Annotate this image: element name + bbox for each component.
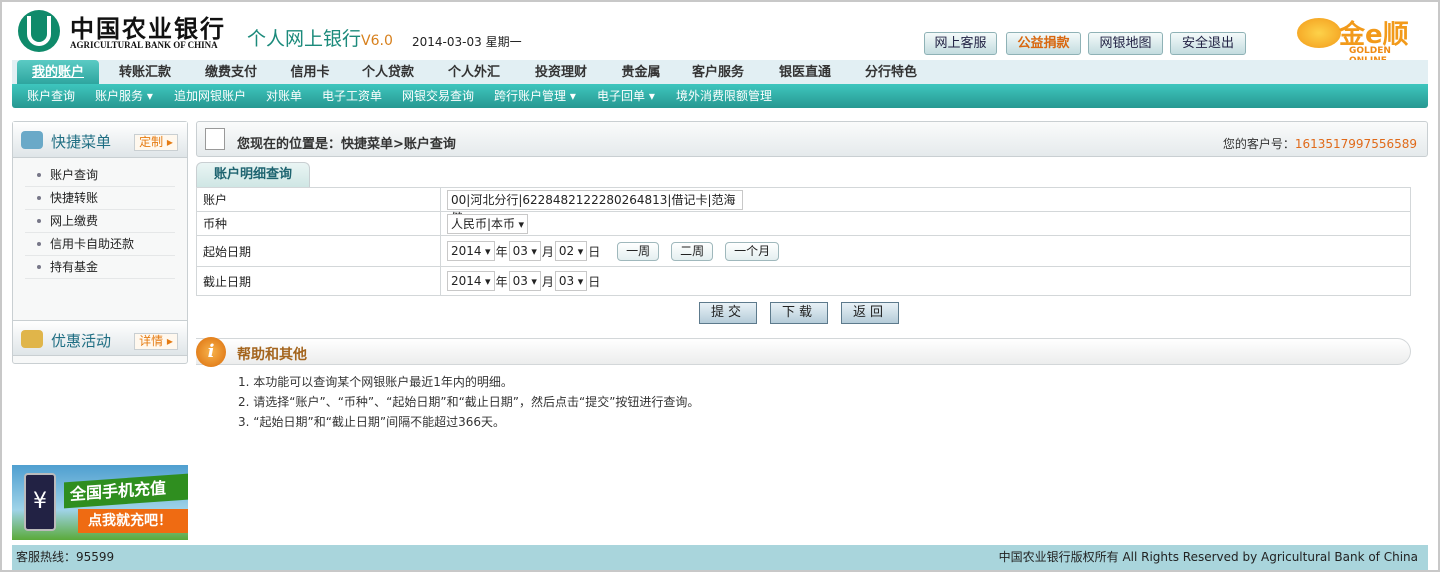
safe-logout-button[interactable]: 安全退出 xyxy=(1170,32,1246,55)
product-name: 个人网上银行 xyxy=(247,28,362,50)
start-day-select[interactable]: 02 xyxy=(554,241,588,261)
sidebar-item-account-query[interactable]: 账户查询 xyxy=(25,164,175,187)
promo-header: 优惠活动 详情 ▸ xyxy=(13,320,187,356)
end-date-label: 截止日期 xyxy=(196,266,441,296)
phone-yuan-icon: ¥ xyxy=(24,473,56,531)
subnav-payslip[interactable]: 电子工资单 xyxy=(322,84,382,109)
footer: 客服热线：95599 中国农业银行版权所有 All Rights Reserve… xyxy=(12,545,1428,570)
download-button[interactable]: 下载 xyxy=(770,302,828,324)
online-service-button[interactable]: 网上客服 xyxy=(924,32,997,55)
sub-nav: 账户查询 账户服务 ▾ 追加网银账户 对账单 电子工资单 网银交易查询 跨行账户… xyxy=(12,84,1428,108)
help-header: i 帮助和其他 xyxy=(196,337,1411,367)
location-bar: 您现在的位置是：快捷菜单>账户查询 您的客户号：1613517997556589 xyxy=(196,121,1428,157)
bank-map-button[interactable]: 网银地图 xyxy=(1088,32,1163,55)
current-date: 2014-03-03 星期一 xyxy=(412,33,522,50)
folder-icon xyxy=(21,330,43,348)
main-nav: 我的账户 转账汇款 缴费支付 信用卡 个人贷款 个人外汇 投资理财 贵金属 客户… xyxy=(12,60,1428,84)
golden-online-logo: 金e顺 GOLDEN ONLINE xyxy=(1297,14,1422,66)
one-month-button[interactable]: 一个月 xyxy=(725,241,780,261)
subnav-transaction-query[interactable]: 网银交易查询 xyxy=(402,84,474,109)
nav-customer-service[interactable]: 客户服务 xyxy=(685,60,751,84)
help-line: 1. 本功能可以查询某个网银账户最近1年内的明细。 xyxy=(238,375,513,389)
nav-branch[interactable]: 分行特色 xyxy=(858,60,924,84)
end-day-select[interactable]: 03 xyxy=(554,271,588,291)
submit-button[interactable]: 提交 xyxy=(699,302,757,324)
nav-payment[interactable]: 缴费支付 xyxy=(198,60,264,84)
unit-month: 月 xyxy=(541,274,554,289)
help-line: 3. “起始日期”和“截止日期”间隔不能超过366天。 xyxy=(238,415,506,429)
unit-year: 年 xyxy=(495,244,508,259)
customize-button[interactable]: 定制 ▸ xyxy=(134,134,178,151)
subnav-account-service[interactable]: 账户服务 ▾ xyxy=(95,84,153,109)
charity-donation-button[interactable]: 公益捐款 xyxy=(1006,32,1081,55)
start-year-select[interactable]: 2014 xyxy=(447,241,495,261)
end-month-select[interactable]: 03 xyxy=(508,271,541,291)
info-icon: i xyxy=(196,337,226,367)
unit-day: 日 xyxy=(588,244,601,259)
nav-forex[interactable]: 个人外汇 xyxy=(441,60,507,84)
sidebar-item-quick-transfer[interactable]: 快捷转账 xyxy=(25,187,175,210)
customer-number: 您的客户号：1613517997556589 xyxy=(1223,135,1417,152)
tab-account-detail-query[interactable]: 账户明细查询 xyxy=(196,162,310,187)
sidebar-item-online-payment[interactable]: 网上缴费 xyxy=(25,210,175,233)
sidebar-item-funds[interactable]: 持有基金 xyxy=(25,256,175,279)
nav-precious-metals[interactable]: 贵金属 xyxy=(615,60,667,84)
start-date-label: 起始日期 xyxy=(196,235,441,267)
abc-logo-icon xyxy=(18,10,60,52)
sidebar: 快捷菜单 定制 ▸ 账户查询 快捷转账 网上缴费 信用卡自助还款 持有基金 优惠… xyxy=(12,121,188,364)
subnav-e-receipt[interactable]: 电子回单 ▾ xyxy=(597,84,655,109)
help-title: 帮助和其他 xyxy=(237,347,307,363)
customer-no: 1613517997556589 xyxy=(1294,137,1417,151)
unit-month: 月 xyxy=(541,244,554,259)
nav-transfer[interactable]: 转账汇款 xyxy=(112,60,178,84)
currency-label: 币种 xyxy=(196,211,441,236)
subnav-add-account[interactable]: 追加网银账户 xyxy=(174,84,246,109)
version: V6.0 xyxy=(361,33,393,49)
quick-menu-header: 快捷菜单 定制 ▸ xyxy=(13,122,187,158)
currency-select[interactable]: 人民币|本币 xyxy=(447,213,529,234)
subnav-statement[interactable]: 对账单 xyxy=(266,84,302,109)
document-icon xyxy=(205,128,225,150)
copyright: 中国农业银行版权所有 All Rights Reserved by Agricu… xyxy=(998,550,1418,564)
quick-menu-icon xyxy=(21,131,43,149)
subnav-overseas-limit[interactable]: 境外消费限额管理 xyxy=(676,84,772,109)
one-week-button[interactable]: 一周 xyxy=(617,241,660,261)
account-label: 账户 xyxy=(196,187,441,212)
nav-medical[interactable]: 银医直通 xyxy=(772,60,838,84)
nav-investment[interactable]: 投资理财 xyxy=(528,60,594,84)
quick-menu-title: 快捷菜单 xyxy=(51,133,112,151)
account-select[interactable]: 00|河北分行|6228482122280264813|借记卡|范海健 xyxy=(447,189,743,225)
subnav-account-query[interactable]: 账户查询 xyxy=(27,84,75,109)
golden-online-icon xyxy=(1297,18,1341,48)
date: 2014-03-03 xyxy=(412,35,482,49)
details-button[interactable]: 详情 ▸ xyxy=(134,333,178,350)
unit-year: 年 xyxy=(495,274,508,289)
promo-title: 优惠活动 xyxy=(51,332,112,350)
bank-name-en: AGRICULTURAL BANK OF CHINA xyxy=(70,40,218,50)
product-title: 个人网上银行V6.0 xyxy=(247,24,393,51)
start-month-select[interactable]: 03 xyxy=(508,241,541,261)
query-form: 账户 00|河北分行|6228482122280264813|借记卡|范海健 币… xyxy=(196,187,1411,296)
customer-label: 您的客户号： xyxy=(1222,137,1295,151)
mobile-recharge-banner[interactable]: ¥ 全国手机充值 点我就充吧！ xyxy=(12,465,188,540)
breadcrumb: 您现在的位置是：快捷菜单>账户查询 xyxy=(237,137,456,152)
banner-line1: 全国手机充值 xyxy=(64,473,188,509)
help-line: 2. 请选择“账户”、“币种”、“起始日期”和“截止日期”，然后点击“提交”按钮… xyxy=(238,395,700,409)
weekday: 星期一 xyxy=(485,35,522,49)
subnav-interbank[interactable]: 跨行账户管理 ▾ xyxy=(494,84,576,109)
nav-credit-card[interactable]: 信用卡 xyxy=(284,60,336,84)
hotline: 客服热线：95599 xyxy=(16,550,115,564)
two-weeks-button[interactable]: 二周 xyxy=(671,241,714,261)
banner-line2: 点我就充吧！ xyxy=(78,509,188,533)
nav-my-account[interactable]: 我的账户 xyxy=(17,60,99,84)
bank-name-cn: 中国农业银行 xyxy=(70,15,226,43)
sidebar-item-credit-repay[interactable]: 信用卡自助还款 xyxy=(25,233,175,256)
unit-day: 日 xyxy=(588,274,601,289)
back-button[interactable]: 返回 xyxy=(841,302,899,324)
nav-personal-loan[interactable]: 个人贷款 xyxy=(355,60,421,84)
end-year-select[interactable]: 2014 xyxy=(447,271,495,291)
